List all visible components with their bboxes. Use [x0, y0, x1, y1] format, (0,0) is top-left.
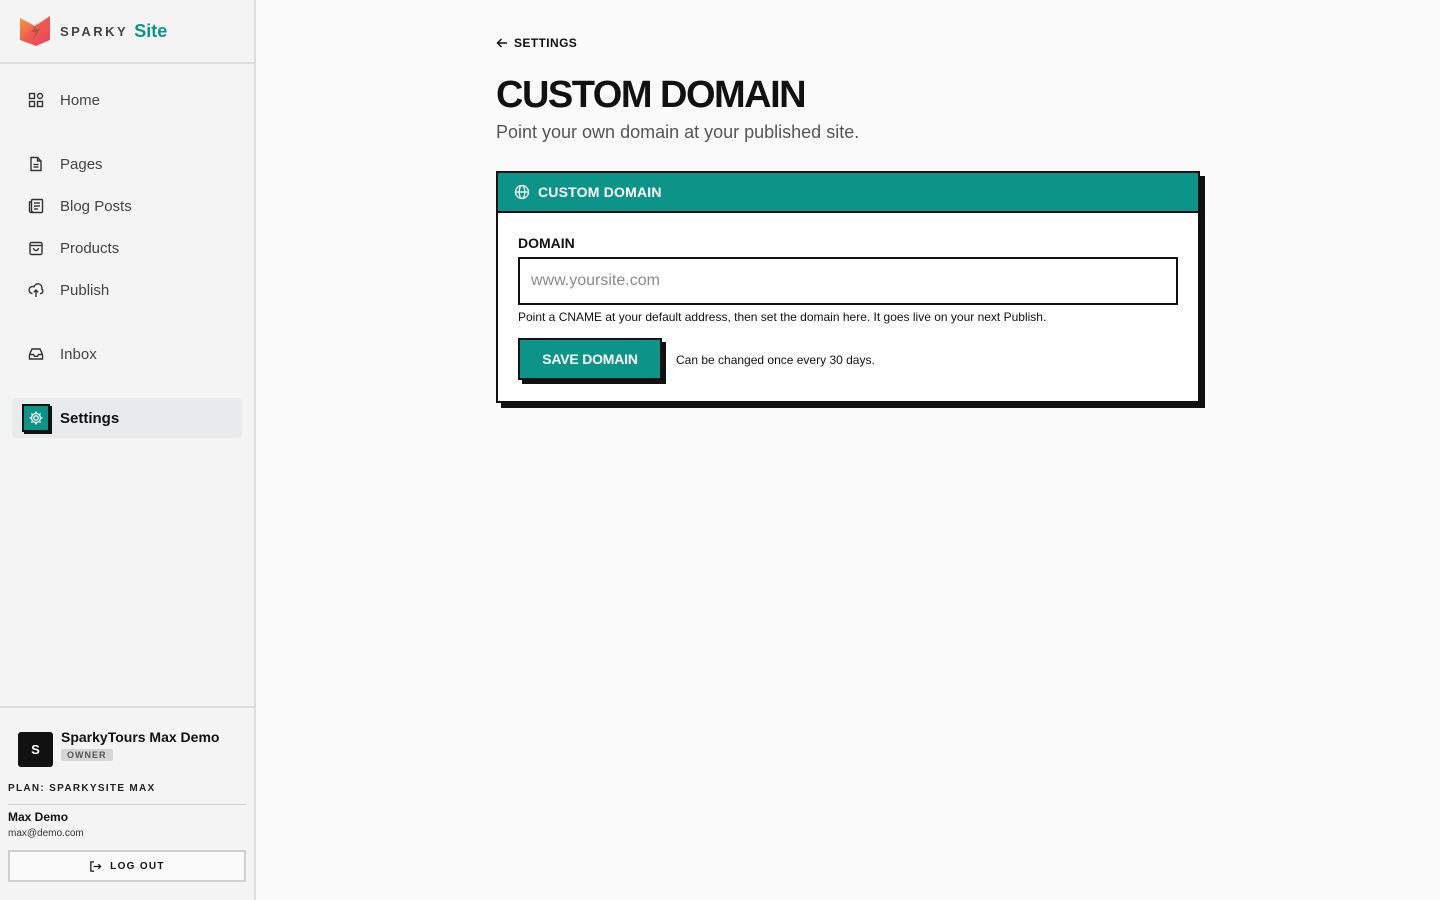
- sidebar-item-label: Pages: [60, 155, 103, 173]
- sidebar-item-home[interactable]: Home: [12, 80, 242, 120]
- sparky-logo-icon: [20, 16, 50, 46]
- arrow-left-icon: [496, 38, 507, 48]
- save-note: Can be changed once every 30 days.: [676, 353, 875, 367]
- sidebar-item-pages[interactable]: Pages: [12, 144, 242, 184]
- newspaper-icon: [28, 198, 44, 214]
- sidebar-item-settings[interactable]: Settings: [12, 398, 242, 438]
- plan-label: PLAN: SPARKYSITE MAX: [8, 783, 246, 805]
- custom-domain-card: CUSTOM DOMAIN DOMAIN Point a CNAME at yo…: [496, 171, 1200, 403]
- grid-icon: [28, 92, 44, 108]
- logout-label: LOG OUT: [110, 860, 165, 872]
- save-domain-button[interactable]: SAVE DOMAIN: [518, 338, 662, 380]
- sidebar-item-label: Settings: [60, 409, 120, 427]
- gear-icon: [22, 404, 50, 432]
- sidebar-item-label: Publish: [60, 281, 110, 299]
- account-panel: S SparkyTours Max Demo OWNER PLAN: SPARK…: [0, 706, 254, 882]
- domain-input[interactable]: [518, 257, 1178, 305]
- inbox-icon: [28, 346, 44, 362]
- page-subtitle: Point your own domain at your published …: [496, 122, 860, 142]
- page-title: CUSTOM DOMAIN: [496, 74, 807, 116]
- domain-help-text: Point a CNAME at your default address, t…: [518, 310, 1047, 324]
- domain-field-label: DOMAIN: [518, 235, 575, 251]
- sidebar: SPARKY Site Home Pages Blog Posts Produc…: [0, 0, 256, 900]
- back-link-label: SETTINGS: [514, 36, 578, 50]
- brand-name-site: Site: [134, 20, 168, 41]
- sidebar-item-inbox[interactable]: Inbox: [12, 334, 242, 374]
- sidebar-item-blog-posts[interactable]: Blog Posts: [12, 186, 242, 226]
- sidebar-item-label: Blog Posts: [60, 197, 132, 215]
- sidebar-item-label: Products: [60, 239, 120, 257]
- brand[interactable]: SPARKY Site: [0, 0, 254, 64]
- avatar: S: [18, 732, 53, 767]
- sidebar-item-products[interactable]: Products: [12, 228, 242, 268]
- file-icon: [28, 156, 44, 172]
- brand-name-sparky: SPARKY: [60, 23, 129, 39]
- sidebar-item-label: Home: [60, 91, 101, 109]
- cloud-upload-icon: [28, 282, 44, 298]
- logout-icon: [90, 860, 102, 872]
- org-switcher[interactable]: S SparkyTours Max Demo OWNER: [8, 728, 246, 767]
- card-title: CUSTOM DOMAIN: [538, 184, 662, 200]
- shopping-bag-icon: [28, 240, 44, 256]
- sidebar-item-publish[interactable]: Publish: [12, 270, 242, 310]
- role-badge: OWNER: [61, 749, 113, 761]
- logout-button[interactable]: LOG OUT: [8, 850, 246, 882]
- user-name: Max Demo: [8, 810, 69, 824]
- card-header: CUSTOM DOMAIN: [498, 173, 1198, 213]
- back-to-settings-link[interactable]: SETTINGS: [496, 36, 577, 50]
- sidebar-item-label: Inbox: [60, 345, 97, 363]
- org-name: SparkyTours Max Demo: [61, 729, 220, 745]
- user-email: max@demo.com: [8, 828, 84, 839]
- globe-icon: [514, 184, 530, 200]
